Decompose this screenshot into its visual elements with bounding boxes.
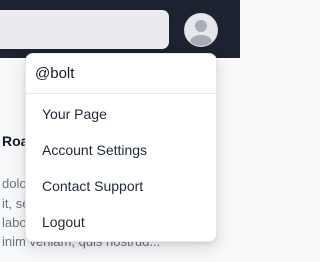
- menu-username: @bolt: [26, 54, 216, 94]
- user-avatar-button[interactable]: [184, 13, 218, 47]
- search-input[interactable]: [0, 10, 169, 49]
- user-dropdown-menu: @bolt Your Page Account Settings Contact…: [25, 53, 217, 242]
- article-text-line: dolo: [2, 176, 27, 191]
- user-avatar-icon: [190, 20, 212, 46]
- menu-item-logout[interactable]: Logout: [26, 204, 216, 240]
- top-bar: [0, 0, 240, 58]
- menu-item-your-page[interactable]: Your Page: [26, 96, 216, 132]
- menu-item-contact-support[interactable]: Contact Support: [26, 168, 216, 204]
- article-text-line: labo: [2, 215, 27, 230]
- menu-item-account-settings[interactable]: Account Settings: [26, 132, 216, 168]
- menu-items: Your Page Account Settings Contact Suppo…: [26, 94, 216, 240]
